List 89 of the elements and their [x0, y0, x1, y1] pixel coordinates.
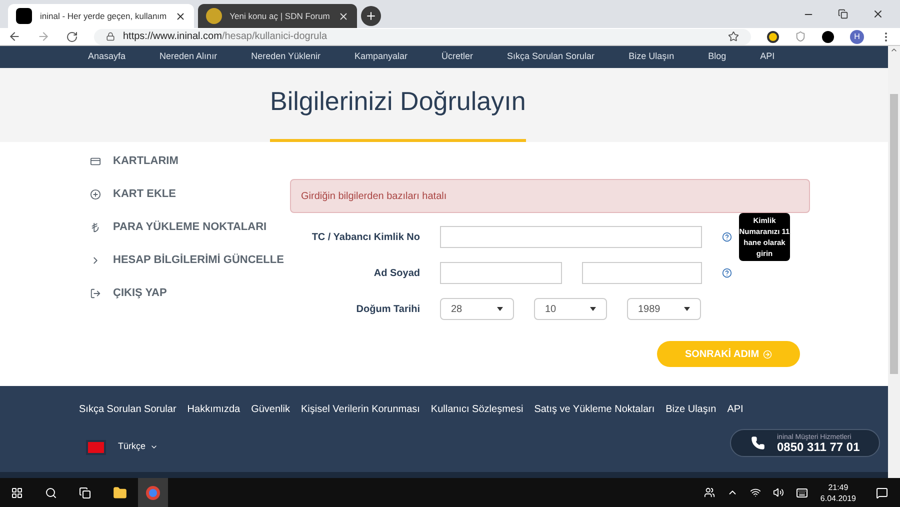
scrollbar-thumb[interactable] — [890, 94, 898, 374]
footer-link[interactable]: Güvenlik — [251, 402, 290, 417]
plus-icon — [364, 10, 377, 22]
restore-icon[interactable] — [838, 9, 848, 19]
folder-icon[interactable] — [113, 486, 127, 500]
search-icon[interactable] — [45, 486, 57, 498]
site-logo-icon — [16, 8, 32, 24]
volume-icon[interactable] — [773, 487, 784, 498]
dropdown-arrow-icon — [497, 307, 503, 311]
lock-icon — [106, 32, 115, 41]
browser-tab[interactable]: Yeni konu aç | SDN Forum — [198, 4, 357, 28]
shield-icon[interactable] — [795, 31, 806, 42]
nav-link[interactable]: Kampanyalar — [354, 50, 408, 64]
tab-title: ininal - Her yerde geçen, kullanım — [40, 10, 167, 22]
chevron-down-icon — [150, 443, 158, 451]
sidebar-item[interactable]: KARTLARIM — [90, 152, 290, 170]
nav-link[interactable]: Blog — [708, 50, 726, 64]
page-title: Bilgilerinizi Doğrulayın — [270, 85, 526, 118]
sidebar-item[interactable]: HESAP BİLGİLERİMİ GÜNCELLE — [90, 251, 290, 269]
phone-icon — [751, 436, 765, 450]
footer-link[interactable]: Sıkça Sorulan Sorular — [79, 402, 176, 417]
sidebar-label: KART EKLE — [113, 186, 176, 202]
sidebar-label: HESAP BİLGİLERİMİ GÜNCELLE — [113, 252, 284, 268]
bookmark-star-icon[interactable] — [728, 31, 739, 42]
nav-link[interactable]: Bize Ulaşın — [628, 50, 674, 64]
sidebar-label: ÇIKIŞ YAP — [113, 286, 167, 301]
flag-icon — [86, 440, 106, 454]
sidebar-item[interactable]: ÇIKIŞ YAP — [90, 284, 290, 302]
task-view-icon[interactable] — [79, 486, 91, 498]
new-tab-button[interactable] — [360, 6, 381, 26]
dropdown-arrow-icon — [590, 307, 596, 311]
url-text: https://www.ininal.com/hesap/kullanici-dogrula — [123, 30, 328, 44]
notifications-icon[interactable] — [876, 486, 888, 498]
nav-link[interactable]: Nereden Alınır — [160, 50, 218, 64]
nav-link[interactable]: Anasayfa — [88, 50, 126, 64]
error-alert: Girdiğin bilgilerden bazıları hatalı — [290, 179, 810, 213]
clock[interactable]: 21:49 6.04.2019 — [820, 482, 856, 504]
keyboard-icon[interactable] — [796, 486, 808, 498]
profile-avatar[interactable]: H — [850, 30, 864, 44]
sidebar-item[interactable]: KART EKLE — [90, 185, 290, 203]
date-select[interactable]: 1989 — [627, 298, 701, 320]
field-label: Ad Soyad — [372, 266, 420, 280]
scrollbar[interactable] — [888, 46, 900, 478]
nav-link[interactable]: API — [760, 50, 775, 64]
lira-icon — [90, 222, 101, 232]
plus-circle-icon — [90, 188, 101, 200]
id-number-input[interactable] — [440, 226, 702, 248]
last-name-input[interactable] — [582, 262, 702, 284]
wifi-icon[interactable] — [750, 487, 762, 498]
address-bar[interactable]: https://www.ininal.com/hesap/kullanici-dogrula — [94, 28, 751, 44]
help-icon[interactable] — [722, 232, 732, 242]
people-icon[interactable] — [704, 487, 716, 498]
browser-tab[interactable]: ininal - Her yerde geçen, kullanım — [8, 4, 194, 28]
footer-link[interactable]: Kişisel Verilerin Korunması — [300, 402, 420, 417]
extension-icon[interactable] — [767, 30, 779, 42]
language-selector[interactable]: Türkçe — [118, 440, 158, 454]
back-icon[interactable] — [8, 30, 21, 43]
tab-title: Yeni konu aç | SDN Forum — [230, 10, 330, 22]
windows-start-icon[interactable] — [11, 486, 23, 498]
reload-icon[interactable] — [66, 30, 78, 42]
footer-link[interactable]: Kullanıcı Sözleşmesi — [430, 402, 524, 417]
footer-link[interactable]: Bize Ulaşın — [666, 402, 716, 417]
close-icon[interactable] — [174, 10, 186, 22]
close-icon[interactable] — [338, 10, 349, 22]
phone-number: 0850 311 77 01 — [777, 440, 860, 452]
field-label: TC / Yabancı Kimlik No — [310, 230, 420, 244]
nav-link[interactable]: Sıkça Sorulan Sorular — [507, 50, 595, 64]
card-icon — [90, 156, 101, 166]
footer-link[interactable]: API — [727, 402, 744, 417]
first-name-input[interactable] — [440, 262, 562, 284]
date-select[interactable]: 10 — [534, 298, 607, 320]
help-icon[interactable] — [722, 268, 732, 278]
dropdown-arrow-icon — [684, 307, 690, 311]
scroll-up-icon[interactable] — [890, 46, 898, 54]
nav-link[interactable]: Nereden Yüklenir — [251, 50, 320, 64]
footer-link[interactable]: Satış ve Yükleme Noktaları — [534, 402, 655, 417]
field-label: Doğum Tarihi — [355, 302, 420, 316]
extension-icon[interactable] — [822, 30, 834, 42]
arrow-circle-icon — [763, 350, 772, 358]
sidebar-label: KARTLARIM — [113, 154, 178, 169]
footer-link[interactable]: Hakkımızda — [187, 402, 240, 417]
logout-icon — [90, 288, 101, 298]
browser-taskbar-button[interactable] — [138, 478, 168, 507]
sidebar-item[interactable]: PARA YÜKLEME NOKTALARI — [90, 218, 290, 236]
close-icon[interactable] — [872, 8, 884, 20]
date-select[interactable]: 28 — [440, 298, 514, 320]
nav-link[interactable]: Ücretler — [442, 50, 474, 64]
sidebar-label: PARA YÜKLEME NOKTALARI — [113, 220, 267, 235]
forum-logo-icon — [206, 8, 222, 24]
